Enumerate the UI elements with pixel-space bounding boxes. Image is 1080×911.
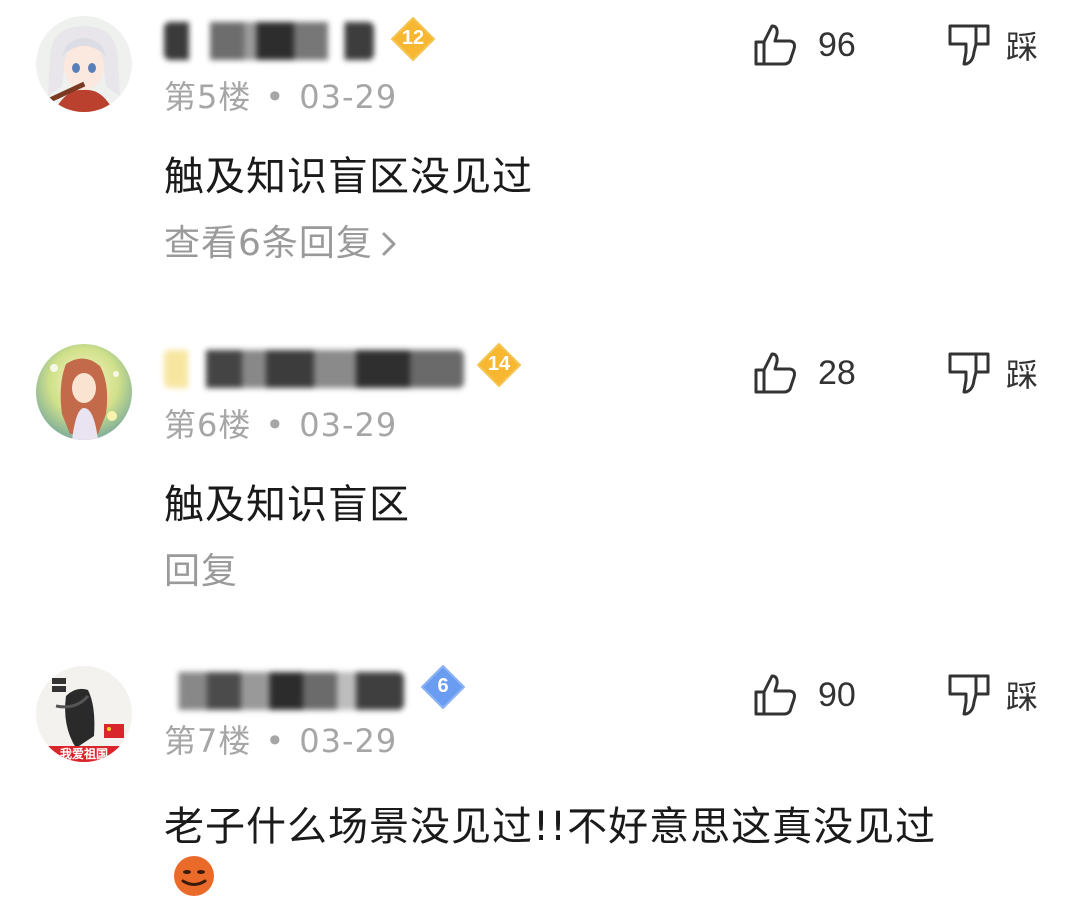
like-button[interactable]: 96 [752,20,856,70]
thumbs-down-icon [948,674,990,716]
separator-dot: • [265,722,286,760]
comment-date: 03-29 [299,78,398,116]
separator-dot: • [265,78,286,116]
comment-text: 老子什么场景没见过!!不好意思这真没见过 [164,804,937,850]
comment-meta: 第5楼 • 03-29 [164,72,397,118]
like-count: 28 [818,353,856,392]
dislike-button[interactable]: 踩 [946,670,1038,720]
dislike-button[interactable]: 踩 [946,348,1038,398]
level-badge: 12 [390,16,436,62]
thumbs-up-icon [754,674,796,716]
like-count: 90 [818,675,856,714]
level-badge: 14 [476,342,522,388]
avatar[interactable] [36,16,132,112]
level-number: 6 [437,675,449,697]
dislike-label: 踩 [1006,356,1039,394]
comment-text: 触及知识盲区 [164,482,410,528]
comment-meta: 第6楼 • 03-29 [164,400,397,446]
comment-item: 我爱祖国 6 第7楼 • 03-29 老子什么场景没见过!!不好意思这真没见过 [0,650,1080,911]
view-replies-label: 查看6条回复 [164,223,373,264]
level-number: 14 [487,353,511,375]
comment-item: 14 第6楼 • 03-29 触及知识盲区 回复 28 踩 [0,328,1080,628]
separator-dot: • [265,406,286,444]
avatar[interactable]: 我爱祖国 [36,666,132,762]
username-blurred[interactable] [164,350,464,388]
thumbs-up-icon [754,24,796,66]
comment-date: 03-29 [299,722,398,760]
username-blurred[interactable] [164,672,404,710]
avatar-banner: 我爱祖国 [59,747,108,761]
floor-label: 第7楼 [164,722,252,760]
dislike-label: 踩 [1006,28,1039,66]
floor-label: 第5楼 [164,78,252,116]
thumbs-down-icon [948,24,990,66]
view-replies-link[interactable]: 查看6条回复 [164,214,397,266]
username-blurred[interactable] [164,22,374,60]
like-button[interactable]: 28 [752,348,856,398]
grinning-emoji-icon [172,854,216,898]
floor-label: 第6楼 [164,406,252,444]
comment-meta: 第7楼 • 03-29 [164,716,397,762]
comment-item: 12 第5楼 • 03-29 触及知识盲区没见过 查看6条回复 96 踩 [0,0,1080,300]
thumbs-down-icon [948,352,990,394]
like-button[interactable]: 90 [752,670,856,720]
thumbs-up-icon [754,352,796,394]
comment-text: 触及知识盲区没见过 [164,154,533,200]
dislike-button[interactable]: 踩 [946,20,1038,70]
dislike-label: 踩 [1006,678,1039,716]
like-count: 96 [818,25,856,64]
comment-list: 12 第5楼 • 03-29 触及知识盲区没见过 查看6条回复 96 踩 14 … [0,0,1080,911]
comment-date: 03-29 [299,406,398,444]
level-number: 12 [401,27,425,49]
reply-button[interactable]: 回复 [164,542,238,594]
level-badge: 6 [420,664,466,710]
avatar[interactable] [36,344,132,440]
chevron-right-icon [382,232,396,256]
